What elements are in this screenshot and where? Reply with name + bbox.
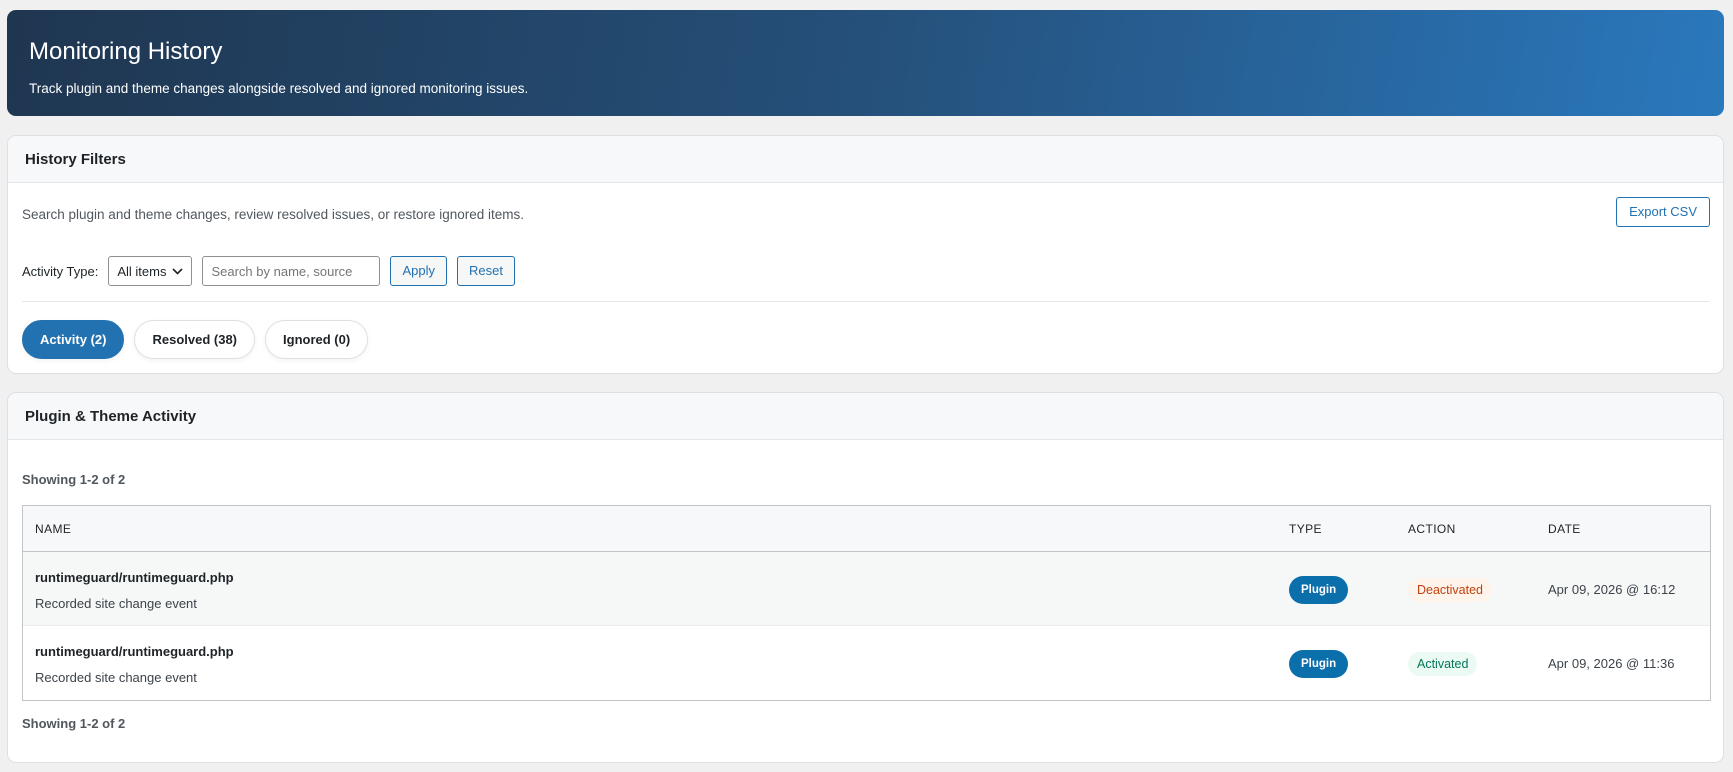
activity-type-select[interactable]: All items bbox=[108, 256, 193, 286]
page-title: Monitoring History bbox=[29, 38, 223, 65]
type-badge: Plugin bbox=[1289, 576, 1349, 604]
activity-type-label: Activity Type: bbox=[22, 263, 99, 279]
item-name: runtimeguard/runtimeguard.php bbox=[35, 570, 234, 585]
type-badge: Plugin bbox=[1289, 650, 1349, 678]
pagination-summary-bottom: Showing 1-2 of 2 bbox=[22, 716, 126, 731]
action-badge: Activated bbox=[1408, 652, 1478, 676]
page-header: Monitoring History Track plugin and them… bbox=[7, 10, 1724, 116]
table-row[interactable]: runtimeguard/runtimeguard.php Recorded s… bbox=[23, 552, 1710, 626]
export-csv-button[interactable]: Export CSV bbox=[1616, 197, 1710, 227]
column-name[interactable]: NAME bbox=[35, 522, 71, 536]
table-header: NAME TYPE ACTION DATE bbox=[23, 506, 1710, 552]
item-description: Recorded site change event bbox=[35, 670, 197, 685]
action-badge: Deactivated bbox=[1408, 578, 1493, 602]
activity-table: NAME TYPE ACTION DATE runtimeguard/runti… bbox=[22, 505, 1711, 701]
history-filters-card: History Filters Search plugin and theme … bbox=[7, 135, 1724, 374]
item-date: Apr 09, 2026 @ 16:12 bbox=[1548, 582, 1676, 597]
tab-activity[interactable]: Activity (2) bbox=[22, 320, 125, 359]
filters-description: Search plugin and theme changes, review … bbox=[22, 207, 525, 222]
chevron-down-icon bbox=[172, 267, 184, 275]
card-title: Plugin & Theme Activity bbox=[8, 393, 1723, 440]
divider bbox=[22, 301, 1709, 302]
activity-card: Plugin & Theme Activity Showing 1-2 of 2… bbox=[7, 392, 1724, 763]
card-title: History Filters bbox=[8, 136, 1723, 183]
item-name: runtimeguard/runtimeguard.php bbox=[35, 644, 234, 659]
column-date[interactable]: DATE bbox=[1548, 522, 1581, 536]
item-date: Apr 09, 2026 @ 11:36 bbox=[1548, 656, 1675, 671]
activity-type-value: All items bbox=[117, 263, 167, 279]
apply-button[interactable]: Apply bbox=[390, 256, 447, 286]
page-subtitle: Track plugin and theme changes alongside… bbox=[29, 81, 529, 96]
tab-ignored[interactable]: Ignored (0) bbox=[265, 320, 369, 359]
search-input[interactable] bbox=[202, 256, 381, 286]
tab-resolved[interactable]: Resolved (38) bbox=[134, 320, 256, 359]
item-description: Recorded site change event bbox=[35, 596, 197, 611]
column-action[interactable]: ACTION bbox=[1408, 522, 1456, 536]
table-row[interactable]: runtimeguard/runtimeguard.php Recorded s… bbox=[23, 626, 1710, 700]
reset-button[interactable]: Reset bbox=[457, 256, 515, 286]
pagination-summary: Showing 1-2 of 2 bbox=[22, 472, 126, 487]
column-type[interactable]: TYPE bbox=[1289, 522, 1322, 536]
